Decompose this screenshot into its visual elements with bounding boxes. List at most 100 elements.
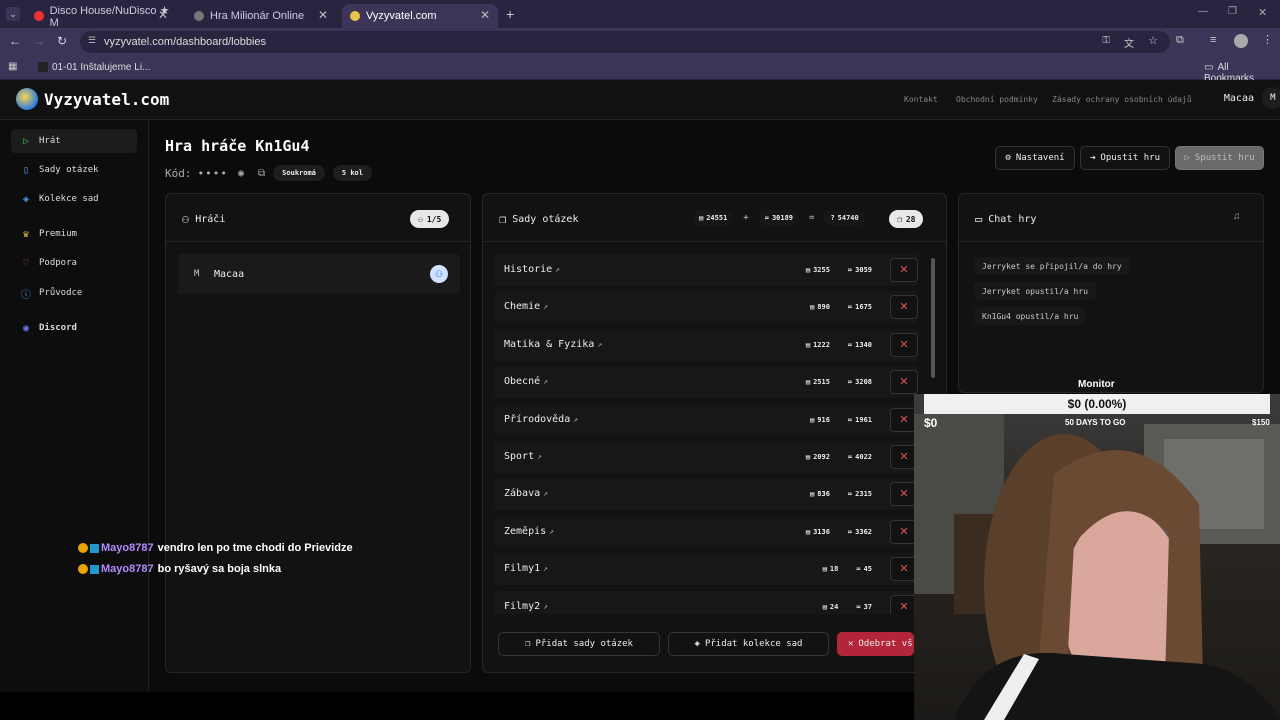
copy-icon[interactable]: ⧉ xyxy=(258,168,265,179)
set-name-link[interactable]: Přírodověda ↗ xyxy=(504,414,578,425)
site-info-icon[interactable]: ☰ xyxy=(88,35,96,46)
question-set-row: Zeměpis ↗ ▤ 3136 ≔ 3362 ✕ xyxy=(494,516,918,548)
set-name-link[interactable]: Zábava ↗ xyxy=(504,488,548,499)
set-name-link[interactable]: Zeměpis ↗ xyxy=(504,526,554,537)
sidebar-item-premium[interactable]: ♛ Premium xyxy=(11,222,137,246)
list-icon: ▤ xyxy=(805,453,811,461)
browser-tab-1[interactable]: Disco House/NuDisco ★ M ✕ xyxy=(26,4,176,29)
media-icon[interactable]: ≡ xyxy=(1210,34,1216,46)
page-title: Hra hráče Kn1Gu4 xyxy=(165,137,310,155)
minimize-icon[interactable]: — xyxy=(1198,6,1208,17)
forward-icon[interactable]: → xyxy=(33,34,45,48)
apps-icon[interactable]: ▦ xyxy=(8,61,17,72)
leave-game-button[interactable]: ⇥ Opustit hru xyxy=(1080,146,1170,170)
nav-link-zasady[interactable]: Zásady ochrany osobních údajů xyxy=(1052,95,1192,104)
key-icon[interactable]: ⚿ xyxy=(1102,35,1110,46)
set-name: Zábava xyxy=(504,488,541,499)
set-name-link[interactable]: Filmy1 ↗ xyxy=(504,563,548,574)
scrollbar[interactable] xyxy=(931,258,935,378)
goal-amount: $150 xyxy=(1252,418,1270,427)
total-value: 54740 xyxy=(837,214,859,222)
list-check-icon: ≔ xyxy=(847,266,853,274)
set-count-a-value: 24 xyxy=(829,603,839,611)
url-input[interactable]: ☰ vyzyvatel.com/dashboard/lobbies ⚿ 文 ☆ xyxy=(80,31,1170,53)
list-icon: ▤ xyxy=(805,378,811,386)
chat-text: bo ryšavý sa boja slnka xyxy=(157,563,282,575)
user-menu[interactable]: Macaa M xyxy=(1224,87,1280,109)
set-count-b-value: 1675 xyxy=(855,303,872,311)
add-sets-label: Přidat sady otázek xyxy=(535,639,633,649)
set-count-b-value: 37 xyxy=(863,603,872,611)
nav-link-obchodni-podminky[interactable]: Obchodní podmínky xyxy=(956,95,1038,104)
sidebar-item-kolekce-sad[interactable]: ◈ Kolekce sad xyxy=(11,187,137,211)
remove-set-button[interactable]: ✕ xyxy=(890,295,918,319)
translate-icon[interactable]: 文 xyxy=(1124,35,1134,50)
donation-amount: $0 (0.00%) xyxy=(1067,397,1127,411)
start-game-button[interactable]: ▷ Spustit hru xyxy=(1175,146,1264,170)
message-icon: ▭ xyxy=(975,212,983,226)
players-title: Hráči xyxy=(195,213,226,225)
nav-link-kontakt[interactable]: Kontakt xyxy=(904,95,938,104)
close-icon[interactable]: ✕ xyxy=(480,8,490,22)
star-icon[interactable]: ☆ xyxy=(1148,34,1158,47)
plus-sign: + xyxy=(743,213,749,223)
menu-icon[interactable]: ⋮ xyxy=(1262,33,1273,46)
new-tab-icon[interactable]: + xyxy=(506,6,514,22)
sidebar-item-sady-otazek[interactable]: ▯ Sady otázek xyxy=(11,158,137,182)
maximize-icon[interactable]: ❐ xyxy=(1228,6,1237,17)
settings-button[interactable]: ⚙ Nastavení xyxy=(995,146,1075,170)
close-icon[interactable]: ✕ xyxy=(318,8,328,22)
add-collections-label: Přidat kolekce sad xyxy=(704,639,803,649)
bell-icon[interactable]: ♫ xyxy=(1233,211,1241,222)
total-questions-b: ≔ 30189 xyxy=(758,210,800,226)
set-name-link[interactable]: Chemie ↗ xyxy=(504,301,548,312)
players-count-badge: ⚇ 1/5 xyxy=(410,210,450,228)
close-icon[interactable]: ✕ xyxy=(158,8,168,22)
logout-icon: ⇥ xyxy=(1089,153,1096,163)
list-icon: ▤ xyxy=(822,565,827,573)
remove-set-button[interactable]: ✕ xyxy=(890,258,918,282)
stream-chat-message: Mayo8787 bo ryšavý sa boja slnka xyxy=(78,563,281,575)
external-link-icon: ↗ xyxy=(543,564,548,573)
add-collections-button[interactable]: ◈ Přidat kolekce sad xyxy=(668,632,829,656)
list-icon: ▤ xyxy=(822,603,827,611)
question-set-row: Historie ↗ ▤ 3255 ≔ 3059 ✕ xyxy=(494,254,918,286)
book-icon: ▯ xyxy=(22,164,30,176)
tab-title: Vyzyvatel.com xyxy=(366,10,437,22)
sidebar-item-hrat[interactable]: ▷ Hrát xyxy=(11,129,137,153)
sidebar-item-label: Hrát xyxy=(39,136,61,146)
chat-title: Chat hry xyxy=(988,213,1037,225)
remove-all-button[interactable]: ✕ Odebrat vš xyxy=(837,632,914,656)
reload-icon[interactable]: ↻ xyxy=(57,34,67,48)
external-link-icon: ↗ xyxy=(555,265,560,274)
set-name: Chemie xyxy=(504,301,541,312)
add-question-sets-button[interactable]: ❐ Přidat sady otázek xyxy=(498,632,660,656)
remove-set-button[interactable]: ✕ xyxy=(890,333,918,357)
external-link-icon: ↗ xyxy=(543,489,548,498)
profile-avatar-icon[interactable] xyxy=(1234,34,1248,48)
remove-all-label: Odebrat vš xyxy=(858,639,913,649)
set-count-a: ▤ 3136 xyxy=(799,524,836,540)
set-name-link[interactable]: Filmy2 ↗ xyxy=(504,601,548,612)
question-set-row: Filmy1 ↗ ▤ 18 ≔ 45 ✕ xyxy=(494,553,918,585)
bookmark-label: 01-01 Inštalujeme Li... xyxy=(52,62,151,73)
site-logo[interactable]: Vyzyvatel.com xyxy=(16,88,169,110)
set-name-link[interactable]: Obecné ↗ xyxy=(504,376,548,387)
sidebar-item-label: Premium xyxy=(39,229,77,239)
browser-tab-2[interactable]: Hra Milionár Online ✕ xyxy=(186,4,336,28)
tab-list-icon[interactable]: ⌄ xyxy=(6,7,20,21)
set-name-link[interactable]: Matika & Fyzika ↗ xyxy=(504,339,602,350)
back-icon[interactable]: ← xyxy=(9,34,21,48)
bookmark-item[interactable]: 01-01 Inštalujeme Li... xyxy=(38,62,150,73)
set-count-b: ≔ 1961 xyxy=(841,412,878,428)
browser-tab-3[interactable]: Vyzyvatel.com ✕ xyxy=(342,4,498,28)
set-name-link[interactable]: Historie ↗ xyxy=(504,264,560,275)
external-link-icon: ↗ xyxy=(537,452,542,461)
set-name-link[interactable]: Sport ↗ xyxy=(504,451,542,462)
set-count-a-value: 2092 xyxy=(813,453,830,461)
eye-icon[interactable]: ◉ xyxy=(238,168,244,179)
extensions-icon[interactable]: ⧉ xyxy=(1176,34,1184,47)
players-panel-header: ⚇ Hráči ⚇ 1/5 xyxy=(166,194,470,242)
window-close-icon[interactable]: ✕ xyxy=(1258,6,1267,19)
remove-set-button[interactable]: ✕ xyxy=(890,370,918,394)
